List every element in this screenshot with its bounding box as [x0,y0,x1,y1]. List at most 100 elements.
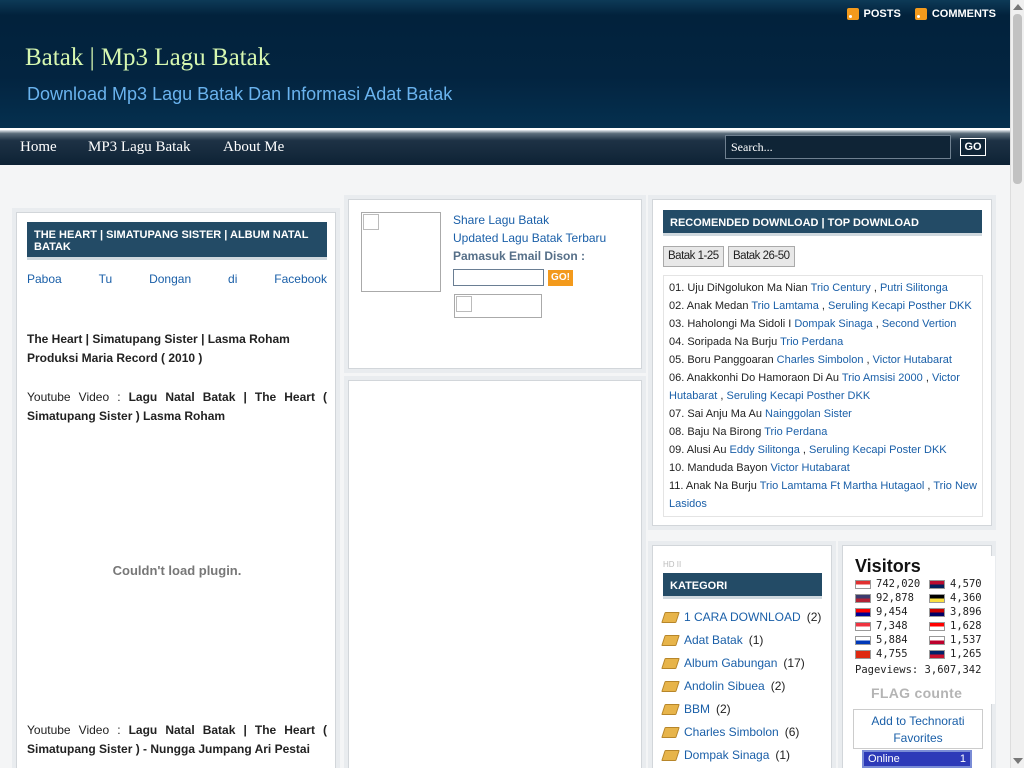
song-title: 04. Soripada Na Burju [669,336,781,348]
song-title: 09. Alusi Au [669,444,730,456]
posts-feed-link[interactable]: POSTS [846,8,901,20]
tab-batak-1-25[interactable]: Batak 1-25 [663,246,724,267]
artist-link[interactable]: Victor Hutabarat [873,354,952,366]
top-links: POSTS COMMENTS [846,8,996,20]
kategori-item: Adat Batak (1) [661,633,763,647]
scrollbar[interactable] [1010,0,1024,768]
empty-panel [348,380,642,768]
scroll-up-icon[interactable] [1013,4,1023,10]
artist-link[interactable]: Charles Simbolon [777,354,864,366]
flag-row: 4,360 [929,591,995,605]
flag-row: 742,020 [855,577,929,591]
share-word: Paboa [27,272,62,286]
visitors-panel: Visitors 742,020 4,570 92,878 4,360 9,454 3,8… [842,545,995,768]
search-go-button[interactable]: GO [960,138,986,156]
song-title: 08. Baju Na Birong [669,426,765,438]
site-title[interactable]: Batak | Mp3 Lagu Batak [25,44,270,72]
artist-link[interactable]: Second Vertion [882,318,957,330]
flag-row: 3,896 [929,605,995,619]
list-item: 05. Boru Panggoaran Charles Simbolon , V… [669,354,952,366]
artist-link[interactable]: Trio Perdana [780,336,843,348]
artist-link[interactable]: Trio Lamtama Ft Martha Hutagaol [760,480,925,492]
share-word: Tu [98,272,113,286]
song-title: 10. Manduda Bayon [669,462,771,474]
artist-link[interactable]: Eddy Silitonga [730,444,800,456]
song-title: 06. Anakkonhi Do Hamoraon Di Au [669,372,842,384]
nav-item-home[interactable]: Home [20,139,57,156]
list-item: 09. Alusi Au Eddy Silitonga , Seruling K… [669,444,947,456]
flag-icon [855,579,871,589]
updated-lagu-link[interactable]: Updated Lagu Batak Terbaru [453,231,606,245]
facebook-share-link[interactable]: Paboa Tu Dongan di Facebook [27,272,327,286]
technorati-link[interactable]: Add to Technorati Favorites [853,709,983,749]
artist-link[interactable]: Seruling Kecapi Poster DKK [809,444,947,456]
subscribe-go-button[interactable]: GO! [548,270,573,286]
artist-link[interactable]: Trio Amsisi 2000 [842,372,923,384]
artist-link[interactable]: Trio Century [811,282,871,294]
folder-icon [661,611,680,623]
scroll-thumb[interactable] [1013,14,1022,184]
flag-icon [855,593,871,603]
kategori-title: KATEGORI [663,573,822,599]
scroll-down-icon[interactable] [1013,758,1023,764]
kategori-count: (2) [770,679,786,693]
kategori-link[interactable]: Adat Batak [684,633,743,647]
artist-link[interactable]: Nainggolan Sister [765,408,852,420]
flag-row: 92,878 [855,591,929,605]
kategori-count: (1) [775,748,791,762]
flag-icon [855,635,871,645]
list-item: 06. Anakkonhi Do Hamoraon Di Au Trio Ams… [669,372,960,402]
kategori-item: 1 CARA DOWNLOAD (2) [661,610,821,624]
flag-counter-logo: FLAG counte [871,685,963,701]
site-header: POSTS COMMENTS Batak | Mp3 Lagu Batak Do… [0,0,1010,128]
flag-icon [855,621,871,631]
list-item: 03. Haholongi Ma Sidoli I Dompak Sinaga … [669,318,957,330]
nav-item-mp3-lagu-batak[interactable]: MP3 Lagu Batak [88,139,191,156]
visitor-count: 1,537 [950,634,982,646]
folder-icon [661,634,680,646]
song-title: 01. Uju DiNgolukon Ma Nian [669,282,811,294]
flag-counter[interactable]: Visitors 742,020 4,570 92,878 4,360 9,454 3,8… [855,556,995,704]
visitor-count: 4,360 [950,592,982,604]
song-title: 11. Anak Na Burju [669,480,760,492]
comments-feed-link[interactable]: COMMENTS [914,8,996,20]
kategori-item: Dompak Sinaga (1) [661,748,791,762]
share-word: di [228,272,238,286]
kategori-link[interactable]: Album Gabungan [684,656,777,670]
nav-item-about-me[interactable]: About Me [223,139,284,156]
artist-link[interactable]: Trio Lamtama [751,300,818,312]
visitor-count: 3,896 [950,606,982,618]
artist-link[interactable]: Seruling Kecapi Posther DKK [828,300,972,312]
online-counter: Online 1 [862,750,972,768]
list-item: 02. Anak Medan Trio Lamtama , Seruling K… [669,300,972,312]
visitor-count: 4,570 [950,578,982,590]
tab-batak-26-50[interactable]: Batak 26-50 [728,246,795,267]
visitors-title: Visitors [855,556,921,576]
artist-link[interactable]: Putri Silitonga [880,282,948,294]
kategori-link[interactable]: BBM [684,702,710,716]
search-input[interactable]: Search... [725,135,951,159]
visitor-count: 92,878 [876,592,914,604]
post-title[interactable]: THE HEART | SIMATUPANG SISTER | ALBUM NA… [27,222,327,260]
share-lagu-batak-link[interactable]: Share Lagu Batak [453,213,549,227]
artist-link[interactable]: Seruling Kecapi Posther DKK [726,390,870,402]
artist-link[interactable]: Trio Perdana [764,426,827,438]
flag-row: 1,537 [929,633,995,647]
kategori-link[interactable]: Charles Simbolon [684,725,779,739]
artist-link[interactable]: Victor Hutabarat [771,462,850,474]
kategori-item: Album Gabungan (17) [661,656,805,670]
kategori-link[interactable]: Andolin Sibuea [684,679,765,693]
list-item: 08. Baju Na Birong Trio Perdana [669,423,977,441]
flag-row: 1,265 [929,647,995,661]
flag-row: 1,628 [929,619,995,633]
flag-icon [929,649,945,659]
kategori-link[interactable]: 1 CARA DOWNLOAD [684,610,801,624]
recommended-list: 01. Uju DiNgolukon Ma Nian Trio Century … [663,275,983,517]
visitor-count: 742,020 [876,578,921,590]
email-field[interactable] [453,269,544,286]
artist-link[interactable]: Dompak Sinaga [794,318,872,330]
flag-row: 9,454 [855,605,929,619]
visitor-count: 7,348 [876,620,908,632]
visitor-count: 9,454 [876,606,908,618]
kategori-link[interactable]: Dompak Sinaga [684,748,769,762]
